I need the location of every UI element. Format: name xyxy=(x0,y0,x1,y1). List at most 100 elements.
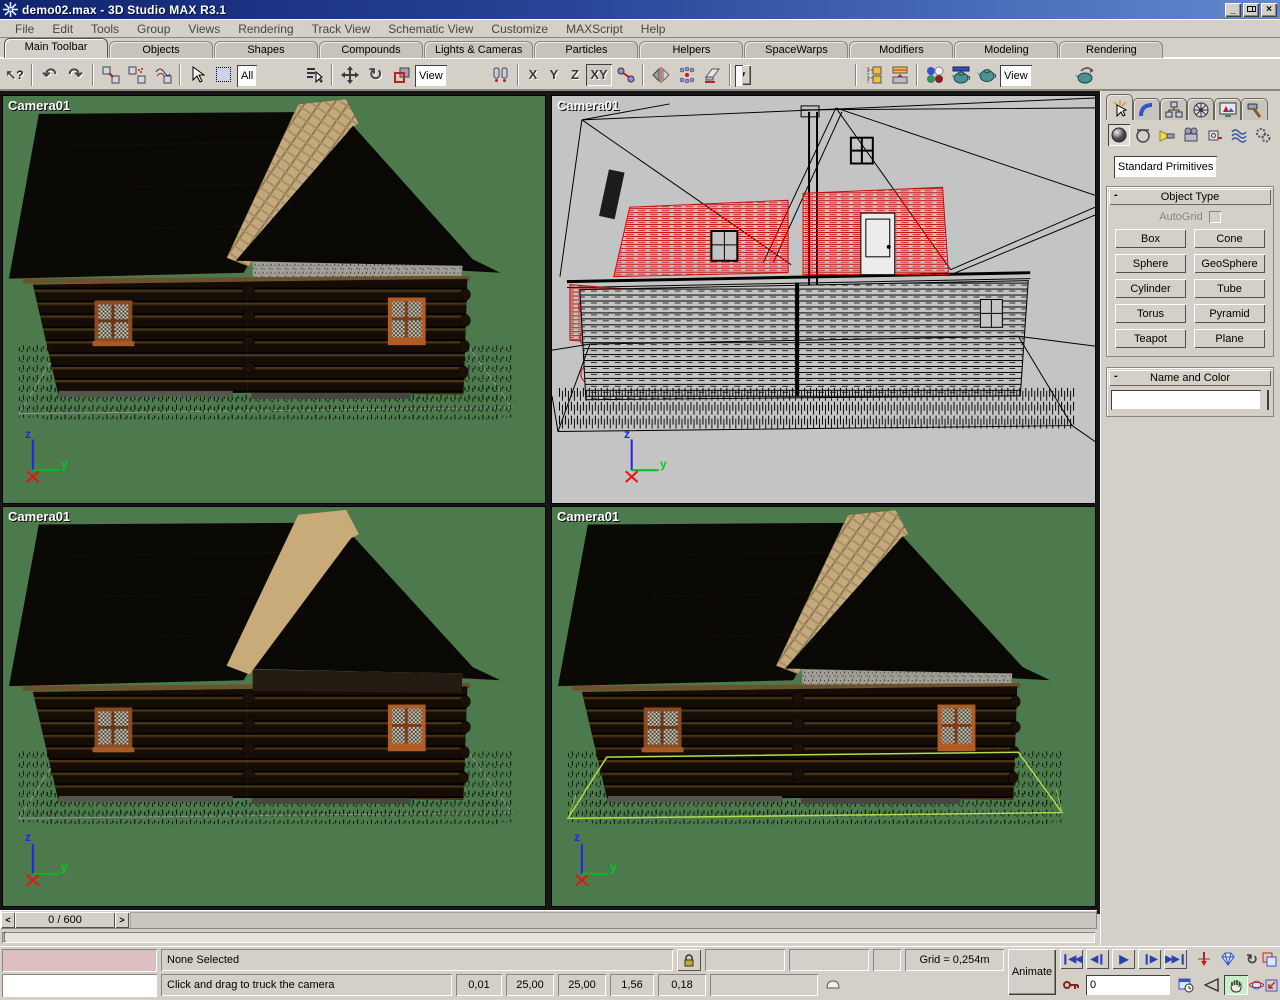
object-name-input[interactable] xyxy=(1111,390,1261,410)
next-frame-slider-button[interactable]: > xyxy=(115,912,129,928)
tube-button[interactable]: Tube xyxy=(1194,279,1265,298)
select-and-rotate-button[interactable]: ↻ xyxy=(363,62,388,88)
tab-shapes[interactable]: Shapes xyxy=(214,41,318,58)
plane-button[interactable]: Plane xyxy=(1194,329,1265,348)
menu-maxscript[interactable]: MAXScript xyxy=(557,20,632,38)
tab-compounds[interactable]: Compounds xyxy=(319,41,423,58)
track-bar[interactable]: [ xyxy=(0,931,1097,945)
go-to-start-button[interactable]: ❙◀◀ xyxy=(1060,949,1083,969)
maxscript-mini-listener-field[interactable] xyxy=(2,974,157,997)
time-slider-thumb[interactable]: 0 / 600 xyxy=(15,912,115,928)
restrict-y-button[interactable]: Y xyxy=(544,64,564,86)
cone-button[interactable]: Cone xyxy=(1194,229,1265,248)
named-selection-sets-dropdown[interactable]: ▼ xyxy=(735,65,851,85)
use-center-flyout-button[interactable] xyxy=(488,62,513,88)
unlink-selection-button[interactable] xyxy=(124,62,149,88)
object-color-swatch[interactable] xyxy=(1267,390,1269,410)
open-schematic-view-button[interactable] xyxy=(887,62,912,88)
tab-rendering[interactable]: Rendering xyxy=(1059,41,1163,58)
name-color-rollout-header[interactable]: - Name and Color xyxy=(1109,370,1271,386)
teapot-button[interactable]: Teapot xyxy=(1115,329,1186,348)
viewport-label[interactable]: Camera01 xyxy=(8,509,70,524)
render-scene-button[interactable] xyxy=(948,62,973,88)
bind-to-spacewarp-button[interactable] xyxy=(150,62,175,88)
selection-lock-toggle[interactable] xyxy=(677,949,701,971)
restore-button[interactable] xyxy=(1243,3,1259,17)
utilities-tab[interactable] xyxy=(1241,98,1268,120)
time-slider-track[interactable] xyxy=(130,912,1096,928)
object-type-rollout-header[interactable]: - Object Type xyxy=(1109,189,1271,205)
menu-schematic-view[interactable]: Schematic View xyxy=(379,20,482,38)
viewport-layout-button[interactable] xyxy=(1260,949,1279,969)
tab-lights-cameras[interactable]: Lights & Cameras xyxy=(424,41,533,58)
set-key-button[interactable] xyxy=(1060,975,1082,995)
key-mode-toggle[interactable] xyxy=(1192,949,1216,969)
menu-views[interactable]: Views xyxy=(179,20,229,38)
tab-modeling[interactable]: Modeling xyxy=(954,41,1058,58)
menu-rendering[interactable]: Rendering xyxy=(229,20,302,38)
tab-main-toolbar[interactable]: Main Toolbar xyxy=(4,38,108,58)
viewport-label[interactable]: Camera01 xyxy=(8,98,70,113)
play-button[interactable]: ▶ xyxy=(1112,949,1135,969)
go-to-end-button[interactable]: ▶▶❙ xyxy=(1164,949,1187,969)
coord-x-field[interactable]: 0,01 xyxy=(456,974,502,996)
restrict-z-button[interactable]: Z xyxy=(565,64,585,86)
snap-2d-button[interactable] xyxy=(820,974,844,996)
object-category-dropdown[interactable]: Standard Primitives ▼ xyxy=(1114,156,1270,176)
coord-extra-field[interactable]: 1,56 xyxy=(610,974,654,996)
animate-button[interactable]: Animate xyxy=(1008,949,1056,995)
region-select-button[interactable] xyxy=(211,62,236,88)
redo-button[interactable]: ↷ xyxy=(63,62,88,88)
tab-objects[interactable]: Objects xyxy=(109,41,213,58)
geosphere-button[interactable]: GeoSphere xyxy=(1194,254,1265,273)
menu-track-view[interactable]: Track View xyxy=(303,20,380,38)
spacewarps-category-button[interactable] xyxy=(1228,124,1250,146)
zoom-extents-all-button[interactable] xyxy=(1216,949,1240,969)
current-frame-input[interactable] xyxy=(1086,975,1170,995)
select-and-link-button[interactable] xyxy=(98,62,123,88)
quick-render-button[interactable] xyxy=(974,62,999,88)
coord-z-field[interactable]: 25,00 xyxy=(558,974,606,996)
render-last-button[interactable] xyxy=(1073,62,1098,88)
select-by-name-button[interactable] xyxy=(302,62,327,88)
autogrid-checkbox[interactable] xyxy=(1209,211,1221,223)
material-editor-button[interactable] xyxy=(922,62,947,88)
min-max-toggle-button[interactable] xyxy=(1264,975,1279,995)
coord-y-field[interactable]: 25,00 xyxy=(506,974,554,996)
truck-camera-button[interactable] xyxy=(1224,975,1248,995)
menu-edit[interactable]: Edit xyxy=(43,20,82,38)
selection-filter-dropdown[interactable]: All ▼ xyxy=(237,65,301,85)
sphere-button[interactable]: Sphere xyxy=(1115,254,1186,273)
align-flyout-button[interactable] xyxy=(700,62,725,88)
select-and-manipulate-button[interactable] xyxy=(613,62,638,88)
array-flyout-button[interactable] xyxy=(674,62,699,88)
tab-particles[interactable]: Particles xyxy=(534,41,638,58)
previous-frame-slider-button[interactable]: < xyxy=(1,912,15,928)
menu-help[interactable]: Help xyxy=(632,20,675,38)
next-frame-button[interactable]: ❙▶ xyxy=(1138,949,1161,969)
lights-category-button[interactable] xyxy=(1156,124,1178,146)
cameras-category-button[interactable] xyxy=(1180,124,1202,146)
hierarchy-tab[interactable] xyxy=(1160,98,1187,120)
help-mode-button[interactable]: ↖? xyxy=(2,62,27,88)
tab-helpers[interactable]: Helpers xyxy=(639,41,743,58)
field-of-view-button[interactable] xyxy=(1200,975,1224,995)
render-type-dropdown[interactable]: View ▼ xyxy=(1000,65,1072,85)
snap-25d-button[interactable] xyxy=(848,996,872,1000)
previous-frame-button[interactable]: ◀❙ xyxy=(1086,949,1109,969)
tab-spacewarps[interactable]: SpaceWarps xyxy=(744,41,848,58)
select-and-move-button[interactable] xyxy=(337,62,362,88)
orbit-camera-button[interactable] xyxy=(1248,975,1264,995)
select-and-scale-button[interactable] xyxy=(389,62,414,88)
reference-coordinate-dropdown[interactable]: View ▼ xyxy=(415,65,487,85)
viewport-top-right-camera01-wireframe[interactable]: Camera01 z y xyxy=(551,95,1096,504)
tab-modifiers[interactable]: Modifiers xyxy=(849,41,953,58)
box-button[interactable]: Box xyxy=(1115,229,1186,248)
shapes-category-button[interactable] xyxy=(1132,124,1154,146)
helpers-category-button[interactable] xyxy=(1204,124,1226,146)
viewport-label[interactable]: Camera01 xyxy=(557,509,619,524)
open-track-view-button[interactable] xyxy=(861,62,886,88)
cylinder-button[interactable]: Cylinder xyxy=(1115,279,1186,298)
geometry-category-button[interactable] xyxy=(1108,124,1130,146)
close-button[interactable]: × xyxy=(1261,3,1277,17)
